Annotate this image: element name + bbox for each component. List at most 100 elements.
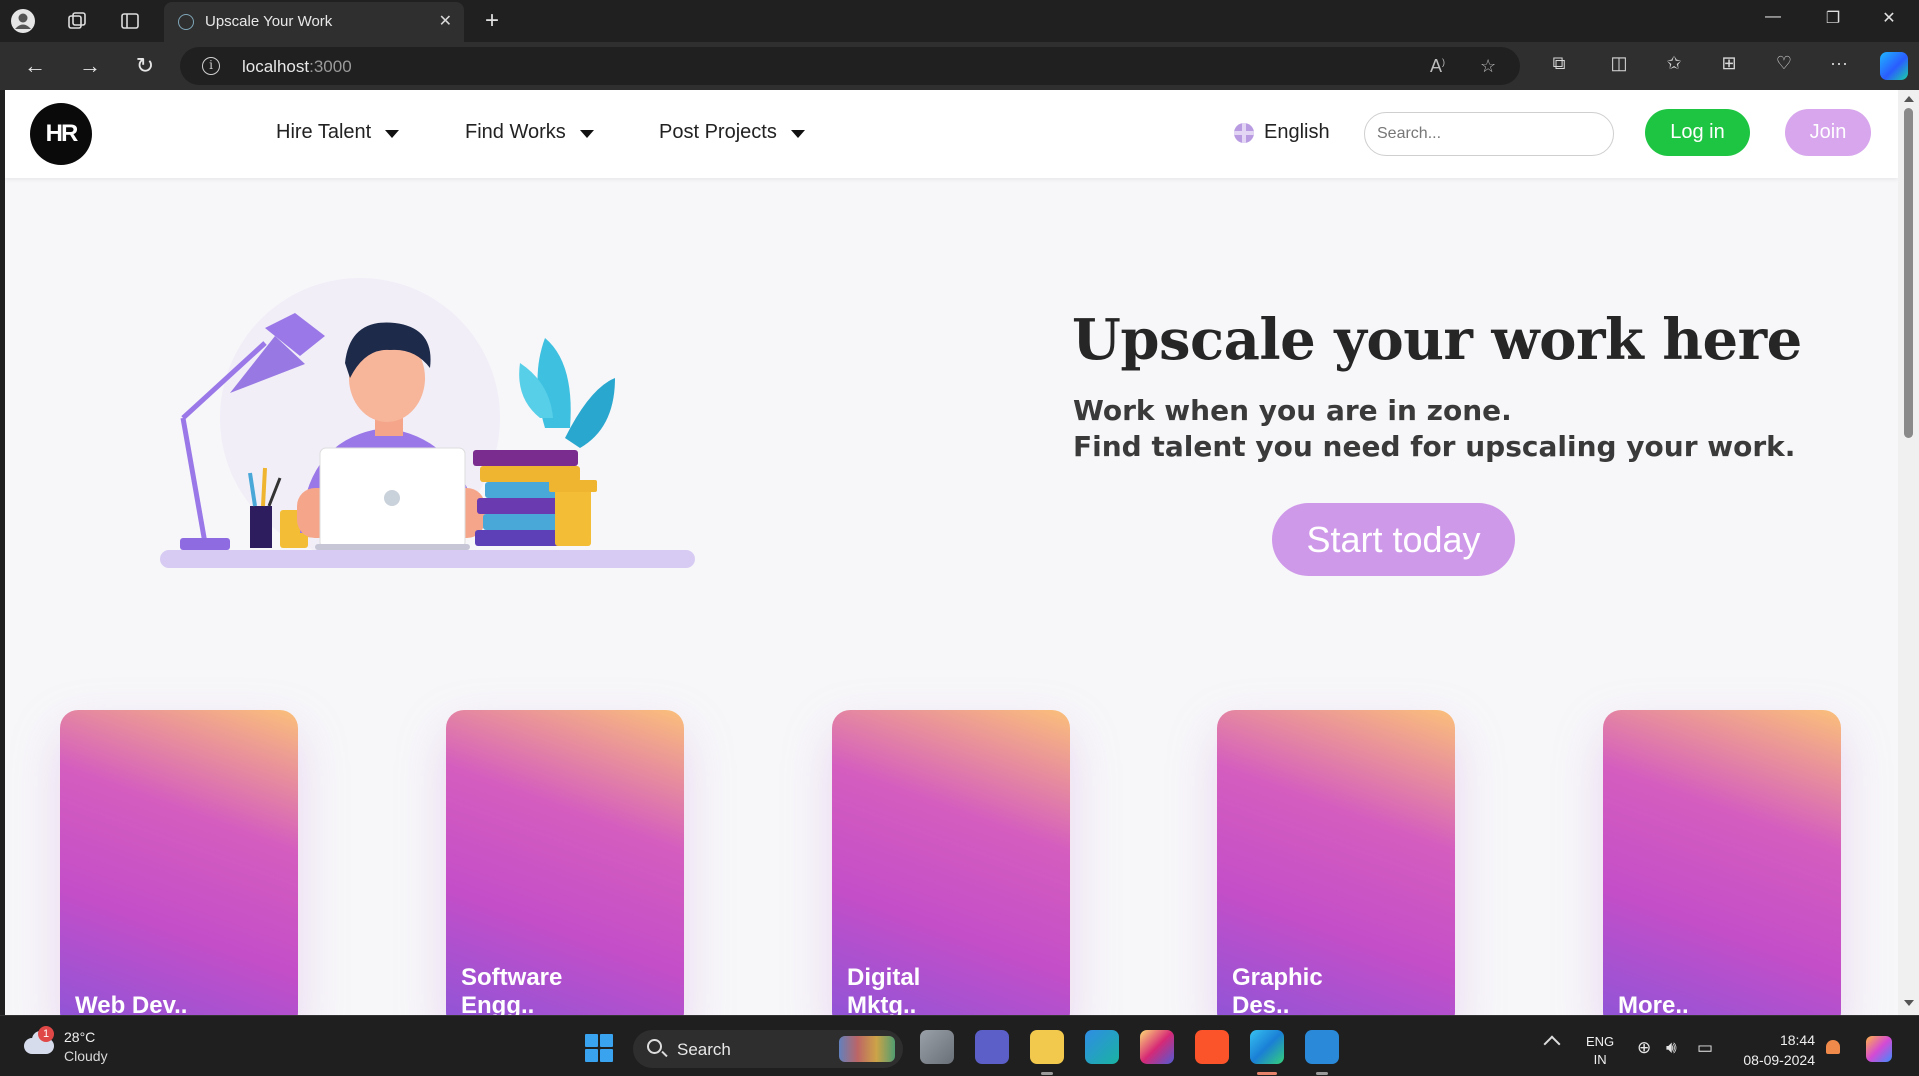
- lang-code: ENG: [1586, 1034, 1615, 1049]
- window-close-icon[interactable]: ✕: [1866, 8, 1912, 28]
- refresh-icon[interactable]: ↻: [131, 52, 159, 80]
- page-viewport: HR Hire Talent Find Works Post Projects …: [5, 90, 1898, 1015]
- clock-time: 18:44: [1779, 1032, 1815, 1048]
- collections-icon[interactable]: ⊞: [1715, 53, 1743, 74]
- nav-label: Post Projects: [659, 121, 777, 143]
- minimize-icon[interactable]: —: [1750, 8, 1796, 26]
- scrollbar-thumb[interactable]: [1904, 108, 1913, 438]
- taskbar-search[interactable]: Search: [633, 1030, 903, 1068]
- start-today-button[interactable]: Start today: [1272, 503, 1515, 576]
- running-indicator: [1041, 1072, 1053, 1075]
- scroll-up-icon[interactable]: [1904, 96, 1914, 102]
- nav-post-projects[interactable]: Post Projects: [659, 121, 805, 144]
- task-view-icon[interactable]: [920, 1030, 954, 1064]
- nav-hire-talent[interactable]: Hire Talent: [276, 121, 400, 144]
- nav-label: Hire Talent: [276, 121, 372, 143]
- category-card-web-dev[interactable]: Web Dev..: [60, 710, 298, 1015]
- url-text[interactable]: localhost:3000: [242, 57, 352, 77]
- hr-logo[interactable]: HR: [30, 103, 92, 165]
- running-indicator: [1316, 1072, 1328, 1075]
- scroll-down-icon[interactable]: [1904, 1000, 1914, 1006]
- file-explorer-icon[interactable]: [1030, 1030, 1064, 1064]
- react-favicon-icon: [178, 14, 194, 30]
- hero-title: Upscale your work here: [1072, 307, 1802, 373]
- category-card-digital-mktg[interactable]: Digital Mktg..: [832, 710, 1070, 1015]
- windows-start-icon[interactable]: [585, 1034, 613, 1062]
- hero-subtitle: Work when you are in zone. Find talent y…: [1073, 393, 1795, 465]
- caret-down-icon: [790, 129, 805, 138]
- tab-actions-icon[interactable]: [116, 7, 144, 35]
- logo-text: HR: [45, 120, 79, 147]
- site-header: HR Hire Talent Find Works Post Projects …: [5, 90, 1898, 178]
- windows-taskbar: 1 28°C Cloudy Search ENG IN ⊕ 🔊︎ ▭ 18:44…: [0, 1015, 1919, 1076]
- cloud-icon[interactable]: 1: [24, 1026, 58, 1054]
- split-screen-icon[interactable]: ◫: [1605, 53, 1633, 74]
- login-button[interactable]: Log in: [1645, 109, 1750, 156]
- category-card-more[interactable]: More..: [1603, 710, 1841, 1015]
- caret-down-icon: [579, 129, 594, 138]
- plus-icon[interactable]: +: [478, 7, 506, 35]
- browser-tab-bar: Upscale Your Work ✕ + — ❐ ✕: [0, 0, 1919, 42]
- back-arrow-icon[interactable]: ←: [21, 52, 49, 80]
- heart-pulse-icon[interactable]: ♡: [1770, 53, 1798, 74]
- address-bar[interactable]: i localhost:3000 A) ☆: [180, 47, 1520, 85]
- vscode-icon[interactable]: [1305, 1030, 1339, 1064]
- show-hidden-icons-icon[interactable]: [1543, 1035, 1561, 1053]
- clock-date: 08-09-2024: [1743, 1052, 1815, 1068]
- microsoft-store-icon[interactable]: [1085, 1030, 1119, 1064]
- close-icon[interactable]: ✕: [439, 11, 452, 31]
- active-tab[interactable]: Upscale Your Work ✕: [164, 2, 464, 42]
- category-label: Software Engg..: [461, 964, 563, 1015]
- brave-icon[interactable]: [1195, 1030, 1229, 1064]
- search-input[interactable]: [1364, 112, 1614, 156]
- read-aloud-icon[interactable]: A): [1430, 56, 1445, 77]
- category-card-graphic-des[interactable]: Graphic Des..: [1217, 710, 1455, 1015]
- language-label: English: [1264, 121, 1330, 143]
- copilot-tray-icon[interactable]: [1866, 1036, 1892, 1062]
- join-button[interactable]: Join: [1785, 109, 1871, 156]
- page-scrollbar[interactable]: [1898, 90, 1919, 1015]
- hero-subtitle-line: Find talent you need for upscaling your …: [1073, 430, 1796, 463]
- volume-icon[interactable]: 🔊︎: [1666, 1038, 1677, 1058]
- workspaces-icon[interactable]: [63, 7, 91, 35]
- copilot-icon[interactable]: [1880, 52, 1908, 80]
- search-icon: [647, 1039, 662, 1054]
- category-label: Web Dev..: [75, 992, 188, 1015]
- globe-icon: [1234, 122, 1254, 143]
- language-selector[interactable]: English: [1234, 121, 1330, 144]
- tab-title: Upscale Your Work: [205, 13, 333, 30]
- instagram-icon[interactable]: [1140, 1030, 1174, 1064]
- restore-icon[interactable]: ❐: [1810, 8, 1856, 28]
- battery-icon[interactable]: ▭: [1697, 1038, 1713, 1058]
- profile-icon[interactable]: [9, 7, 37, 35]
- star-icon[interactable]: ☆: [1480, 56, 1496, 77]
- nav-label: Find Works: [465, 121, 566, 143]
- weather-description[interactable]: Cloudy: [64, 1048, 108, 1064]
- hero-subtitle-line: Work when you are in zone.: [1073, 394, 1512, 427]
- hero-illustration: [160, 278, 695, 568]
- search-highlight-icon: [839, 1036, 895, 1062]
- taskbar-search-label: Search: [677, 1040, 731, 1059]
- clock[interactable]: 18:44 08-09-2024: [1735, 1030, 1815, 1070]
- notification-badge: 1: [38, 1026, 54, 1042]
- url-port: :3000: [309, 57, 352, 76]
- bell-icon[interactable]: [1826, 1040, 1840, 1054]
- puzzle-icon[interactable]: ⧉: [1545, 53, 1573, 74]
- forward-arrow-icon[interactable]: →: [76, 52, 104, 80]
- more-icon[interactable]: ···: [1825, 53, 1853, 74]
- network-icon[interactable]: ⊕: [1637, 1038, 1651, 1058]
- edge-icon[interactable]: [1250, 1030, 1284, 1064]
- category-card-software-engg[interactable]: Software Engg..: [446, 710, 684, 1015]
- category-label: More..: [1618, 992, 1689, 1015]
- teams-icon[interactable]: [975, 1030, 1009, 1064]
- category-label: Graphic Des..: [1232, 964, 1323, 1015]
- input-language[interactable]: ENG IN: [1586, 1033, 1614, 1069]
- url-host: localhost: [242, 57, 310, 76]
- active-indicator: [1257, 1072, 1277, 1075]
- nav-find-works[interactable]: Find Works: [465, 121, 594, 144]
- browser-toolbar: ← → ↻ i localhost:3000 A) ☆ ⧉ ◫ ✩ ⊞ ♡ ··…: [0, 42, 1919, 90]
- region-code: IN: [1593, 1052, 1607, 1067]
- info-icon[interactable]: i: [202, 57, 220, 75]
- favorites-icon[interactable]: ✩: [1660, 53, 1688, 74]
- weather-temperature[interactable]: 28°C: [64, 1029, 95, 1045]
